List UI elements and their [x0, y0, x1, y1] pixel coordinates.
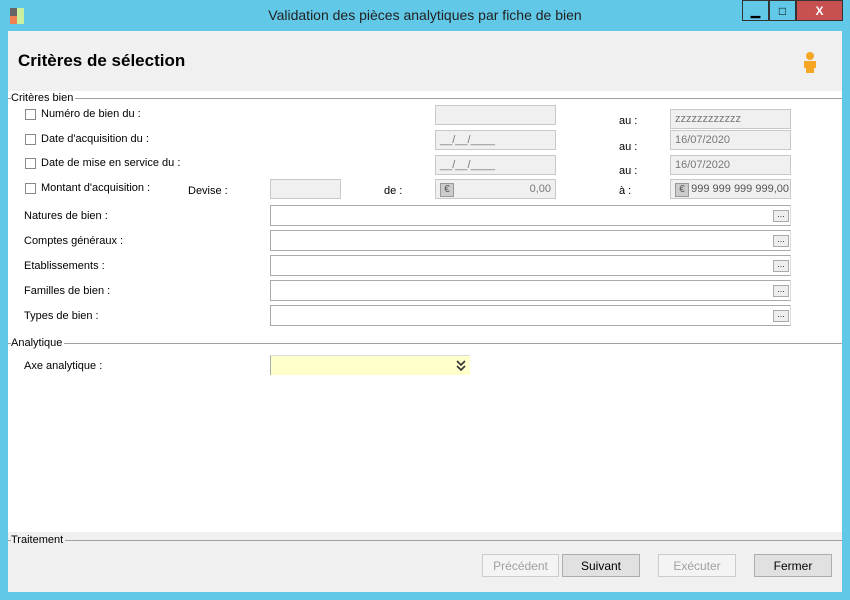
date-acq-label: Date d'acquisition du :: [41, 133, 149, 145]
numero-from-input[interactable]: [435, 105, 556, 125]
date-service-checkbox[interactable]: [25, 158, 36, 169]
group-label-criteres-bien: Critères bien: [11, 92, 76, 104]
lookup-button[interactable]: ...: [773, 285, 789, 297]
lookup-button[interactable]: ...: [773, 235, 789, 247]
euro-icon: €: [440, 183, 454, 197]
axe-analytique-select[interactable]: [270, 355, 470, 375]
montant-from-value: 0,00: [529, 183, 551, 195]
date-service-from-input[interactable]: __/__/____: [435, 155, 556, 175]
numero-checkbox[interactable]: [25, 109, 36, 120]
group-divider: [8, 98, 842, 99]
lookup-label: Natures de bien :: [24, 210, 108, 222]
euro-icon: €: [675, 183, 689, 197]
lookup-input[interactable]: ...: [270, 255, 791, 276]
executer-button[interactable]: Exécuter: [658, 554, 736, 577]
header: Critères de sélection: [8, 31, 842, 91]
lookup-label: Types de bien :: [24, 310, 99, 322]
date-service-label: Date de mise en service du :: [41, 157, 181, 169]
group-divider: [8, 343, 842, 344]
maximize-button[interactable]: □: [769, 0, 796, 21]
close-button[interactable]: X: [796, 0, 843, 21]
lookup-label: Comptes généraux :: [24, 235, 124, 247]
group-label-analytique: Analytique: [11, 337, 65, 349]
montant-to-input[interactable]: € 999 999 999 999,00: [670, 179, 791, 199]
lookup-input[interactable]: ...: [270, 205, 791, 226]
date-service-to-input[interactable]: 16/07/2020: [670, 155, 791, 175]
suivant-button[interactable]: Suivant: [562, 554, 640, 577]
lookup-button[interactable]: ...: [773, 210, 789, 222]
chevron-down-icon[interactable]: [455, 360, 467, 371]
lookup-button[interactable]: ...: [773, 260, 789, 272]
precedent-button[interactable]: Précédent: [482, 554, 559, 577]
fermer-button[interactable]: Fermer: [754, 554, 832, 577]
page-title: Critères de sélection: [18, 51, 186, 70]
client-area: Critères de sélection Critères bien Numé…: [8, 31, 842, 592]
montant-label: Montant d'acquisition :: [41, 182, 151, 194]
group-label-traitement: Traitement: [11, 534, 66, 546]
lookup-input[interactable]: ...: [270, 230, 791, 251]
devise-label: Devise :: [188, 185, 228, 197]
montant-from-label: de :: [384, 185, 403, 197]
user-icon[interactable]: [801, 51, 819, 73]
lookup-label: Familles de bien :: [24, 285, 111, 297]
lookup-input[interactable]: ...: [270, 305, 791, 326]
title-bar: Validation des pièces analytiques par fi…: [0, 0, 850, 31]
lookup-label: Etablissements :: [24, 260, 105, 272]
footer: Traitement Précédent Suivant Exécuter Fe…: [8, 532, 842, 592]
devise-input[interactable]: [270, 179, 341, 199]
date-acq-checkbox[interactable]: [25, 134, 36, 145]
date-service-to-label: au :: [619, 165, 638, 177]
lookup-button[interactable]: ...: [773, 310, 789, 322]
montant-to-value: 999 999 999 999,00: [691, 183, 789, 195]
date-acq-from-input[interactable]: __/__/____: [435, 130, 556, 150]
window-title: Validation des pièces analytiques par fi…: [268, 7, 582, 23]
numero-label: Numéro de bien du :: [41, 108, 141, 120]
montant-checkbox[interactable]: [25, 183, 36, 194]
montant-to-label: à :: [619, 185, 632, 197]
lookup-input[interactable]: ...: [270, 280, 791, 301]
date-acq-to-input[interactable]: 16/07/2020: [670, 130, 791, 150]
date-acq-to-label: au :: [619, 141, 638, 153]
group-divider: [8, 540, 842, 541]
numero-to-input[interactable]: zzzzzzzzzzzz: [670, 109, 791, 129]
montant-from-input[interactable]: € 0,00: [435, 179, 556, 199]
numero-to-label: au :: [619, 115, 638, 127]
minimize-button[interactable]: ▁: [742, 0, 769, 21]
axe-analytique-label: Axe analytique :: [24, 360, 103, 372]
